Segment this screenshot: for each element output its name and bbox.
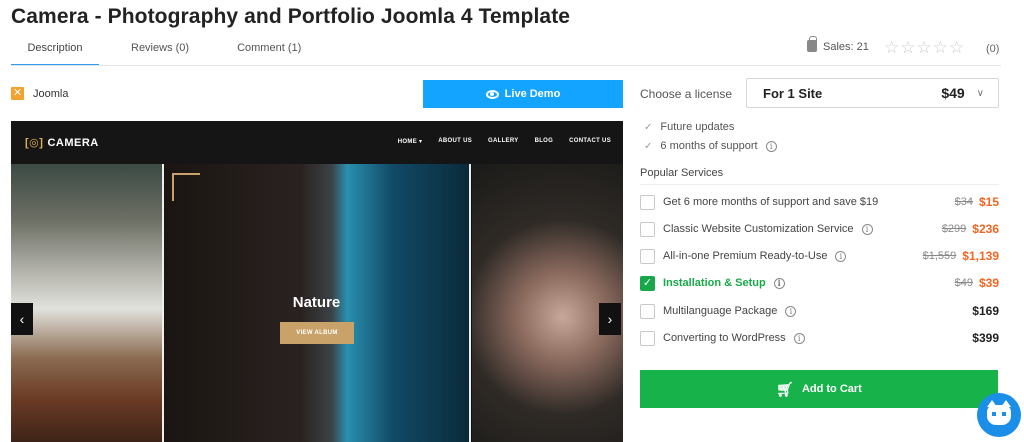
camera-logo-icon: [◎] <box>25 137 44 149</box>
add-to-cart-label: Add to Cart <box>801 383 862 395</box>
service-label: Get 6 more months of support and save $1… <box>663 196 879 208</box>
service-checkbox[interactable] <box>640 221 655 237</box>
sales-counter: Sales: 21 <box>807 36 869 53</box>
rating-stars[interactable]: ☆☆☆☆☆ <box>884 38 965 58</box>
service-label: All-in-one Premium Ready-to-Use <box>663 250 828 262</box>
service-label: Classic Website Customization Service <box>663 223 854 235</box>
license-selected: For 1 Site <box>763 85 823 101</box>
service-checkbox[interactable] <box>640 303 655 319</box>
preview-logo-text: CAMERA <box>47 136 99 149</box>
service-checkbox[interactable] <box>640 194 655 210</box>
preview-logo: [◎] CAMERA <box>25 136 99 150</box>
service-row[interactable]: Classic Website Customization Service i $… <box>640 220 999 238</box>
joomla-icon <box>11 86 24 100</box>
rating-count: (0) <box>986 43 1000 55</box>
service-row[interactable]: Get 6 more months of support and save $1… <box>640 193 999 211</box>
chat-bot-button[interactable] <box>977 393 1021 437</box>
preview-photo-forest <box>11 164 162 442</box>
license-price: $49 <box>941 85 965 101</box>
info-icon[interactable]: i <box>861 223 873 235</box>
tab-bar: Description Reviews (0) Comment (1) <box>11 38 301 66</box>
service-price: $236 <box>972 222 999 236</box>
check-icon: ✓ <box>644 140 653 152</box>
feature-item: ✓ Future updates <box>644 121 734 133</box>
service-label-wrap: Converting to WordPress i <box>663 332 972 344</box>
popular-services-heading: Popular Services <box>640 167 724 179</box>
sales-label: Sales: <box>823 41 854 53</box>
cart-icon: 🛒︎ <box>776 380 794 397</box>
tab-comment[interactable]: Comment (1) <box>237 38 301 66</box>
preview-frame-corner <box>172 173 200 201</box>
platform-label: Joomla <box>33 87 69 100</box>
preview-view-album-button: VIEW ALBUM <box>280 322 354 344</box>
service-label: Converting to WordPress <box>663 332 786 344</box>
service-old-price: $299 <box>941 223 967 235</box>
cat-mascot-icon <box>987 400 1011 425</box>
tabs-divider <box>11 65 1001 66</box>
preview-nav-contact: CONTACT US <box>569 138 611 144</box>
info-icon[interactable]: i <box>785 305 797 317</box>
service-label-wrap: Get 6 more months of support and save $1… <box>663 196 955 208</box>
service-row[interactable]: Multilanguage Package i $169 <box>640 302 999 320</box>
chevron-down-icon: ∨ <box>976 87 984 99</box>
shopping-bag-icon <box>807 36 817 52</box>
cat-eyes <box>992 412 1006 416</box>
preview-nav-about: ABOUT US <box>438 138 473 144</box>
service-label-wrap: Multilanguage Package i <box>663 305 972 317</box>
live-demo-label: Live Demo <box>504 88 561 100</box>
preview-header: [◎] CAMERA HOME ▾ ABOUT US GALLERY BLOG … <box>11 121 623 164</box>
sales-count: 21 <box>856 41 869 53</box>
service-label-wrap: All-in-one Premium Ready-to-Use i <box>663 250 923 262</box>
service-old-price: $34 <box>954 196 973 208</box>
eye-icon <box>485 89 499 99</box>
service-price: $1,139 <box>962 249 999 263</box>
template-preview-image[interactable]: [◎] CAMERA HOME ▾ ABOUT US GALLERY BLOG … <box>11 121 623 442</box>
feature-label: 6 months of support <box>660 140 758 152</box>
feature-label: Future updates <box>660 121 735 133</box>
preview-caption: Nature <box>292 294 341 311</box>
preview-divider <box>469 164 471 442</box>
platform-tag: Joomla <box>11 86 69 100</box>
check-icon: ✓ <box>644 121 653 133</box>
service-old-price: $1,559 <box>922 250 957 262</box>
service-label-wrap: Installation & Setup i <box>663 277 955 289</box>
info-icon[interactable]: i <box>765 140 777 152</box>
service-old-price: $49 <box>954 277 973 289</box>
service-row[interactable]: Converting to WordPress i $399 <box>640 329 999 347</box>
add-to-cart-button[interactable]: 🛒︎ Add to Cart <box>640 370 998 408</box>
info-icon[interactable]: i <box>773 277 785 289</box>
service-checkbox[interactable] <box>640 330 655 346</box>
preview-nav-gallery: GALLERY <box>488 138 519 144</box>
service-price: $169 <box>972 304 999 318</box>
services-divider <box>640 184 999 185</box>
preview-nav-blog: BLOG <box>534 138 554 144</box>
service-price: $399 <box>972 331 999 345</box>
chevron-left-icon[interactable]: ‹ <box>11 303 33 335</box>
info-icon[interactable]: i <box>835 250 847 262</box>
preview-nav: HOME ▾ ABOUT US GALLERY BLOG CONTACT US <box>398 138 611 145</box>
license-select[interactable]: For 1 Site $49 ∨ <box>746 78 999 108</box>
page-title: Camera - Photography and Portfolio Jooml… <box>11 5 571 28</box>
service-checkbox[interactable] <box>640 248 655 264</box>
tab-reviews[interactable]: Reviews (0) <box>131 38 189 66</box>
live-demo-button[interactable]: Live Demo <box>423 80 623 108</box>
service-label: Multilanguage Package <box>663 305 778 317</box>
service-price: $15 <box>978 195 999 209</box>
license-label: Choose a license <box>640 87 733 101</box>
service-row[interactable]: All-in-one Premium Ready-to-Use i $1,559 … <box>640 247 999 265</box>
tab-description[interactable]: Description <box>11 38 99 66</box>
chevron-right-icon[interactable]: › <box>599 303 621 335</box>
service-price: $39 <box>978 276 999 290</box>
service-checkbox-checked[interactable]: ✓ <box>640 275 655 291</box>
service-label: Installation & Setup <box>663 277 766 289</box>
info-icon[interactable]: i <box>793 332 805 344</box>
service-label-wrap: Classic Website Customization Service i <box>663 223 942 235</box>
feature-item: ✓ 6 months of support i <box>644 140 777 152</box>
service-row[interactable]: ✓ Installation & Setup i $49 $39 <box>640 274 999 292</box>
preview-nav-home: HOME ▾ <box>397 139 423 145</box>
